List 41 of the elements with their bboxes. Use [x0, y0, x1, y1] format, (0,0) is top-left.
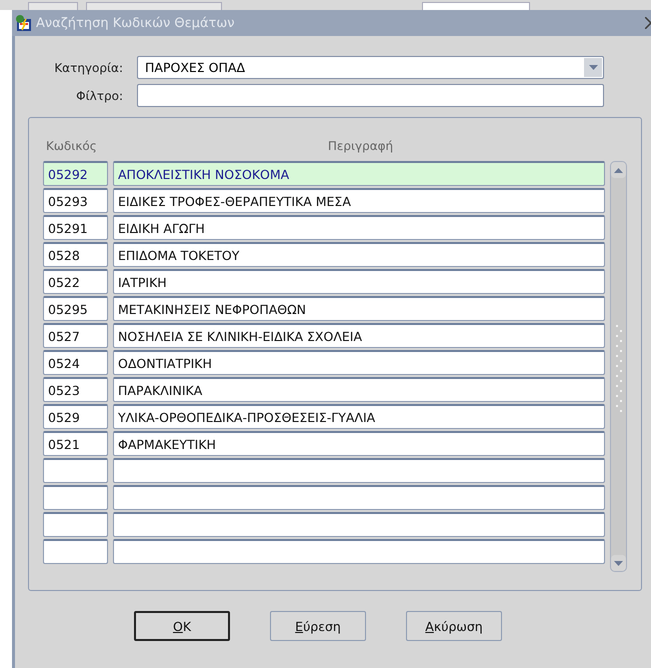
field-label: Κατηγορία:	[53, 60, 123, 74]
column-header: Κωδικός	[45, 138, 97, 155]
code-cell[interactable]: 0528	[43, 242, 108, 267]
close-icon[interactable]	[645, 17, 651, 29]
description-cell[interactable]: ΦΑΡΜΑΚΕΥΤΙΚΗ	[113, 431, 605, 456]
code-cell[interactable]: 05293	[43, 188, 108, 213]
empty-cell	[43, 539, 108, 564]
description-cell[interactable]: ΜΕΤΑΚΙΝΗΣΕΙΣ ΝΕΦΡΟΠΑΘΩΝ	[113, 296, 605, 321]
code-cell[interactable]: 0527	[43, 323, 108, 348]
scrollbar[interactable]	[610, 161, 627, 572]
dialog-button[interactable]: Ακύρωση	[406, 611, 502, 641]
description-cell[interactable]: ΥΛΙΚΑ-ΟΡΘΟΠΕΔΙΚΑ-ΠΡΟΣΘΕΣΕΙΣ-ΓΥΑΛΙΑ	[113, 404, 605, 429]
empty-cell	[43, 485, 108, 510]
description-cell[interactable]: ΙΑΤΡΙΚΗ	[113, 269, 605, 294]
description-cell[interactable]: ΑΠΟΚΛΕΙΣΤΙΚΗ ΝΟΣΟΚΟΜΑ	[113, 161, 605, 186]
description-cell[interactable]: ΟΔΟΝΤΙΑΤΡΙΚΗ	[113, 350, 605, 375]
app-icon	[14, 14, 32, 32]
field-label: Φίλτρο:	[75, 88, 123, 102]
scroll-up-icon[interactable]	[611, 162, 626, 178]
code-cell[interactable]: 05291	[43, 215, 108, 240]
code-cell[interactable]: 0529	[43, 404, 108, 429]
code-cell[interactable]: 0523	[43, 377, 108, 402]
code-cell[interactable]: 05292	[43, 161, 108, 186]
code-cell[interactable]: 05295	[43, 296, 108, 321]
description-cell[interactable]: ΕΠΙΔΟΜΑ ΤΟΚΕΤΟΥ	[113, 242, 605, 267]
code-cell[interactable]: 0524	[43, 350, 108, 375]
code-cell[interactable]: 0521	[43, 431, 108, 456]
description-cell[interactable]: ΕΙΔΙΚΕΣ ΤΡΟΦΕΣ-ΘΕΡΑΠΕΥΤΙΚΑ ΜΕΣΑ	[113, 188, 605, 213]
description-cell[interactable]: ΕΙΔΙΚΗ ΑΓΩΓΗ	[113, 215, 605, 240]
empty-cell	[43, 458, 108, 483]
code-cell[interactable]: 0522	[43, 269, 108, 294]
description-cell[interactable]: ΝΟΣΗΛΕΙΑ ΣΕ ΚΛΙΝΙΚΗ-ΕΙΔΙΚΑ ΣΧΟΛΕΙΑ	[113, 323, 605, 348]
description-cell[interactable]: ΠΑΡΑΚΛΙΝΙΚΑ	[113, 377, 605, 402]
category-dropdown[interactable]: ΠΑΡΟΧΕΣ ΟΠΑΔ	[137, 56, 604, 79]
dialog-button[interactable]: Εύρεση	[270, 611, 366, 641]
column-header: Περιγραφή	[326, 138, 394, 155]
empty-cell	[43, 512, 108, 537]
scroll-down-icon[interactable]	[611, 555, 626, 571]
window-title: Αναζήτηση Κωδικών Θεμάτων	[36, 16, 236, 30]
dialog-button[interactable]: OK	[134, 611, 230, 641]
filter-field[interactable]	[137, 84, 604, 107]
